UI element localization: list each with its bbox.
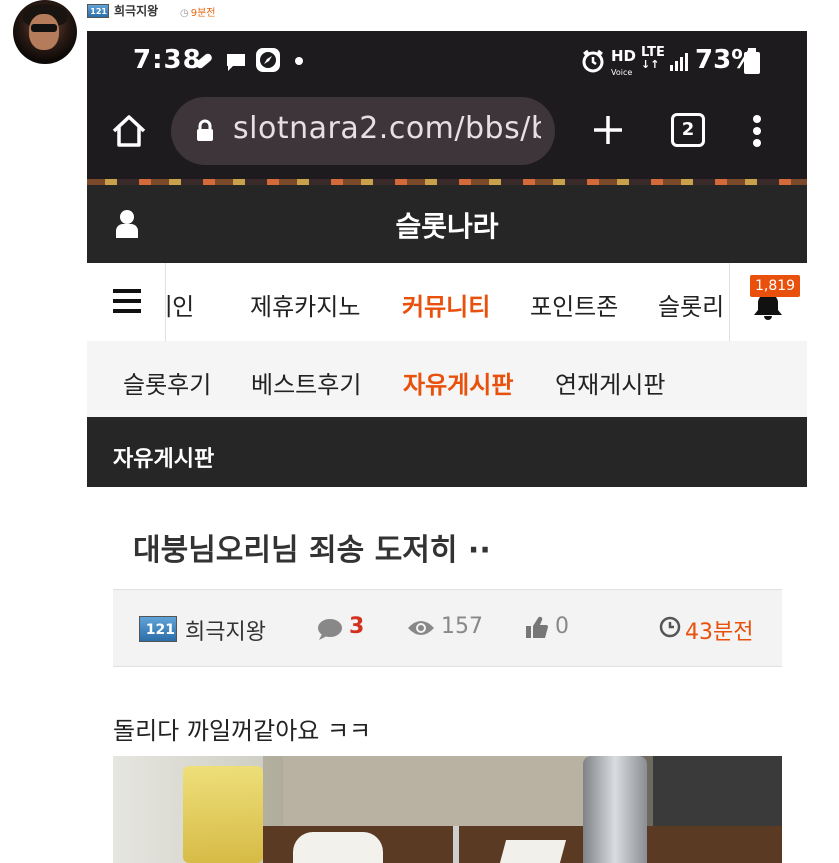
main-nav: 메인 제휴카지노 커뮤니티 포인트존 슬롯리 1,819 <box>87 263 807 342</box>
status-bar: 7:38 HD Voice LTE ↓↑ 73% <box>87 31 807 91</box>
url-text[interactable]: slotnara2.com/bbs/boa <box>233 111 541 146</box>
attached-screenshot[interactable]: 7:38 HD Voice LTE ↓↑ 73% slotnara2.com/b… <box>87 31 807 863</box>
site-title[interactable]: 슬롯나라 <box>87 205 807 245</box>
new-tab-icon[interactable] <box>591 113 625 147</box>
post-author[interactable]: 희극지왕 <box>185 614 266 646</box>
post-image[interactable] <box>113 756 782 863</box>
home-icon[interactable] <box>109 111 149 151</box>
clock-icon: ◷ <box>180 8 189 19</box>
dot-indicator <box>295 57 303 65</box>
compass-icon <box>256 48 280 72</box>
lock-icon <box>197 119 213 141</box>
comment-author[interactable]: 희극지왕 <box>114 2 158 19</box>
post-body: 돌리다 까일꺼같아요 ㅋㅋ <box>113 717 372 745</box>
level-badge: 121 <box>87 4 109 18</box>
post-time: 43분전 <box>685 620 754 645</box>
nav-item-community[interactable]: 커뮤니티 <box>402 287 490 322</box>
comment-time: ◷ 9분전 <box>180 8 216 19</box>
subnav-item-slot-review[interactable]: 슬롯후기 <box>123 365 211 400</box>
signal-icon <box>670 53 688 71</box>
notification-button[interactable]: 1,819 <box>729 263 807 341</box>
view-count: 157 <box>441 614 483 639</box>
board-header: 자유게시판 <box>87 417 807 487</box>
comment-count: 3 <box>349 614 365 639</box>
post-meta: 121 희극지왕 3 157 0 43분전 <box>113 589 782 667</box>
avatar[interactable] <box>13 0 77 64</box>
pill-icon <box>196 53 212 69</box>
browser-toolbar: slotnara2.com/bbs/boa 2 <box>87 91 807 183</box>
message-icon <box>227 54 245 71</box>
nav-item-pointzone[interactable]: 포인트존 <box>530 287 618 322</box>
lte-label: LTE ↓↑ <box>641 45 665 71</box>
alarm-icon <box>582 49 604 73</box>
nav-item-casino[interactable]: 제휴카지노 <box>250 287 360 322</box>
battery-icon <box>744 48 760 74</box>
site-header: 슬롯나라 <box>87 185 807 263</box>
thumbs-up-icon <box>526 616 548 638</box>
eye-icon <box>408 621 434 635</box>
board-title: 자유게시판 <box>113 447 215 472</box>
clock-icon <box>659 616 681 638</box>
comment-icon <box>318 619 342 640</box>
subnav-item-serial-board[interactable]: 연재게시판 <box>555 365 665 400</box>
status-time: 7:38 <box>133 45 202 75</box>
hamburger-icon <box>113 289 141 313</box>
nav-item-slot[interactable]: 슬롯리 <box>658 287 724 322</box>
more-menu-icon[interactable] <box>747 111 767 151</box>
tab-count-button[interactable]: 2 <box>671 113 705 147</box>
subnav-item-free-board[interactable]: 자유게시판 <box>403 365 513 400</box>
nav-scroller[interactable]: 메인 제휴카지노 커뮤니티 포인트존 슬롯리 <box>166 263 729 341</box>
address-bar[interactable]: slotnara2.com/bbs/boa <box>171 97 555 165</box>
hamburger-button[interactable] <box>87 263 166 341</box>
subnav-item-best-review[interactable]: 베스트후기 <box>251 365 361 400</box>
sub-nav: 슬롯후기 베스트후기 자유게시판 연재게시판 <box>87 341 807 417</box>
post-title: 대붕님오리님 죄송 도저히 ·· <box>133 533 491 568</box>
notification-badge: 1,819 <box>750 275 801 297</box>
author-level-badge: 121 <box>139 616 177 642</box>
nav-item-main[interactable]: 메인 <box>166 287 194 322</box>
hd-label: HD Voice <box>611 47 637 78</box>
like-count: 0 <box>555 614 569 639</box>
